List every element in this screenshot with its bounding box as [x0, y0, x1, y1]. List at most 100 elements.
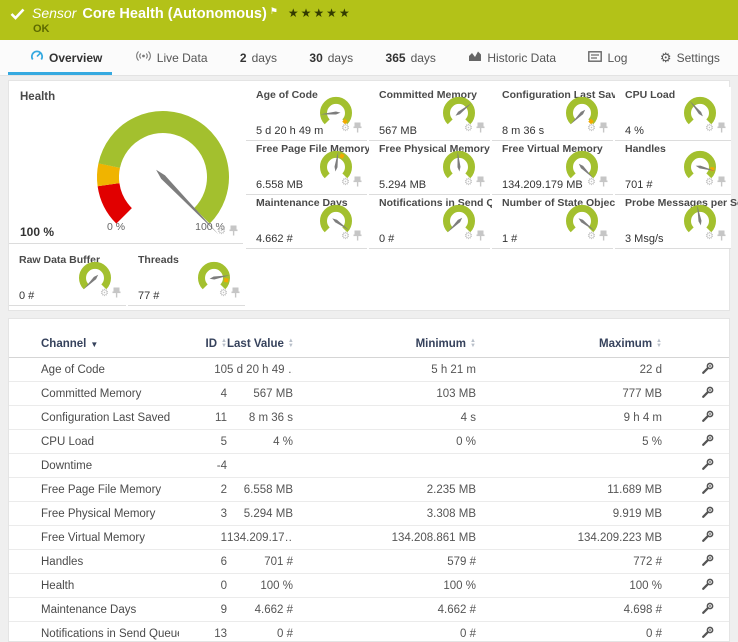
priority-stars[interactable]: ★★★★★ [288, 6, 352, 20]
column-header-actions [662, 333, 730, 358]
gear-icon[interactable]: ⚙ [217, 227, 226, 237]
pin-icon[interactable] [717, 120, 726, 138]
cell-channel: Handles [9, 550, 179, 574]
column-header-max[interactable]: Maximum▲▼ [476, 333, 662, 358]
gear-icon[interactable]: ⚙ [341, 178, 350, 188]
channel-settings-icon[interactable] [701, 409, 715, 426]
gauge-value: 701 # [625, 179, 653, 191]
tab-settings[interactable]: ⚙Settings [656, 40, 724, 75]
tab-live-data[interactable]: Live Data [131, 40, 212, 75]
gear-icon[interactable]: ⚙ [464, 178, 473, 188]
tab-log[interactable]: Log [584, 40, 631, 75]
cell-channel: Downtime [9, 454, 179, 478]
table-row[interactable]: Committed Memory4567 MB103 MB777 MB [9, 382, 730, 406]
pin-icon[interactable] [353, 120, 362, 138]
column-label: Minimum [416, 338, 466, 350]
column-header-last[interactable]: Last Value▲▼ [227, 333, 293, 358]
cell-channel: Free Virtual Memory [9, 526, 179, 550]
table-row[interactable]: CPU Load54 %0 %5 % [9, 430, 730, 454]
gauge-title: CPU Load [625, 89, 675, 101]
table-row[interactable]: Free Page File Memory26.558 MB2.235 MB11… [9, 478, 730, 502]
channel-table: Channel▼ID▲▼Last Value▲▼ Minimum ▲▼Maximum… [9, 333, 730, 642]
pin-icon[interactable] [231, 285, 240, 303]
cell-channel: Notifications in Send Queue [9, 622, 179, 642]
table-row[interactable]: Notifications in Send Queue130 #0 #0 # [9, 622, 730, 642]
tab-number: 30 [309, 51, 322, 65]
gear-icon[interactable]: ⚙ [341, 232, 350, 242]
channel-settings-icon[interactable] [701, 385, 715, 402]
tab-30-days[interactable]: 30days [305, 40, 357, 75]
gear-icon[interactable]: ⚙ [341, 124, 350, 134]
table-row[interactable]: Configuration Last Saved118 m 36 s4 s9 h… [9, 406, 730, 430]
cell-minimum: 100 % [293, 574, 476, 598]
table-row[interactable]: Age of Code105 d 20 h 49 …5 h 21 m22 d [9, 358, 730, 382]
pin-icon[interactable] [476, 228, 485, 246]
table-row[interactable]: Downtime-4 [9, 454, 730, 478]
tab-label: Historic Data [487, 51, 556, 65]
pin-icon[interactable] [229, 223, 238, 241]
gear-icon[interactable]: ⚙ [587, 232, 596, 242]
gauge-tile-handles: Handles701 #⚙ [615, 141, 731, 195]
gear-icon[interactable]: ⚙ [219, 289, 228, 299]
channel-settings-icon[interactable] [701, 625, 715, 642]
channel-settings-icon[interactable] [701, 529, 715, 546]
pin-icon[interactable] [599, 174, 608, 192]
tab-365-days[interactable]: 365days [382, 40, 440, 75]
pin-icon[interactable] [476, 120, 485, 138]
column-header-channel[interactable]: Channel▼ [9, 333, 179, 358]
channel-settings-icon[interactable] [701, 433, 715, 450]
pin-icon[interactable] [353, 228, 362, 246]
gear-icon[interactable]: ⚙ [705, 124, 714, 134]
gear-icon[interactable]: ⚙ [464, 232, 473, 242]
channel-settings-icon[interactable] [701, 361, 715, 378]
cell-last-value: 5.294 MB [227, 502, 293, 526]
gear-icon[interactable]: ⚙ [587, 124, 596, 134]
pin-icon[interactable] [112, 285, 121, 303]
pin-icon[interactable] [599, 120, 608, 138]
column-header-min[interactable]: Minimum ▲▼ [293, 333, 476, 358]
cell-minimum: 103 MB [293, 382, 476, 406]
pin-icon[interactable] [476, 174, 485, 192]
gear-icon[interactable]: ⚙ [464, 124, 473, 134]
cell-maximum: 22 d [476, 358, 662, 382]
table-row[interactable]: Free Physical Memory35.294 MB3.308 MB9.9… [9, 502, 730, 526]
cell-last-value: 134.209.17… [227, 526, 293, 550]
channel-settings-icon[interactable] [701, 601, 715, 618]
gauge-tile-raw-data-buffer: Raw Data Buffer0 #⚙ [9, 252, 126, 306]
tab-bar: Overview Live Data 2days 30days 365days Histo… [0, 40, 738, 76]
gauge-tile-committed-memory: Committed Memory567 MB⚙ [369, 87, 490, 141]
channel-settings-icon[interactable] [701, 481, 715, 498]
gear-icon[interactable]: ⚙ [587, 178, 596, 188]
gauge-tile-free-virtual-memory: Free Virtual Memory134.209.179 MB⚙ [492, 141, 613, 195]
gear-icon: ⚙ [660, 50, 672, 66]
gear-icon[interactable]: ⚙ [705, 232, 714, 242]
cell-id: 6 [179, 550, 227, 574]
flag-icon[interactable]: ⚑ [270, 6, 278, 17]
gauge-tile-cpu-load: CPU Load4 %⚙ [615, 87, 731, 141]
gauge-tile-age-of-code: Age of Code5 d 20 h 49 m⚙ [246, 87, 367, 141]
pin-icon[interactable] [599, 228, 608, 246]
channel-settings-icon[interactable] [701, 505, 715, 522]
table-row[interactable]: Handles6701 #579 #772 # [9, 550, 730, 574]
pin-icon[interactable] [717, 228, 726, 246]
channel-settings-icon[interactable] [701, 553, 715, 570]
channel-settings-icon[interactable] [701, 577, 715, 594]
gauge-value: 134.209.179 MB [502, 179, 583, 191]
tab-overview[interactable]: Overview [26, 40, 106, 75]
cell-maximum: 11.689 MB [476, 478, 662, 502]
gear-icon[interactable]: ⚙ [100, 289, 109, 299]
tab-2-days[interactable]: 2days [236, 40, 281, 75]
channel-settings-icon[interactable] [701, 457, 715, 474]
tab-historic-data[interactable]: Historic Data [464, 40, 560, 75]
table-row[interactable]: Maintenance Days94.662 #4.662 #4.698 # [9, 598, 730, 622]
table-row[interactable]: Free Virtual Memory1134.209.17…134.208.8… [9, 526, 730, 550]
sort-icon: ▲▼ [470, 339, 476, 349]
gear-icon[interactable]: ⚙ [705, 178, 714, 188]
gauge-title: Age of Code [256, 89, 318, 101]
table-header-row: Channel▼ID▲▼Last Value▲▼ Minimum ▲▼Maximum… [9, 333, 730, 358]
pin-icon[interactable] [353, 174, 362, 192]
cell-last-value: 0 # [227, 622, 293, 642]
pin-icon[interactable] [717, 174, 726, 192]
column-header-id[interactable]: ID▲▼ [179, 333, 227, 358]
table-row[interactable]: Health0100 %100 %100 % [9, 574, 730, 598]
